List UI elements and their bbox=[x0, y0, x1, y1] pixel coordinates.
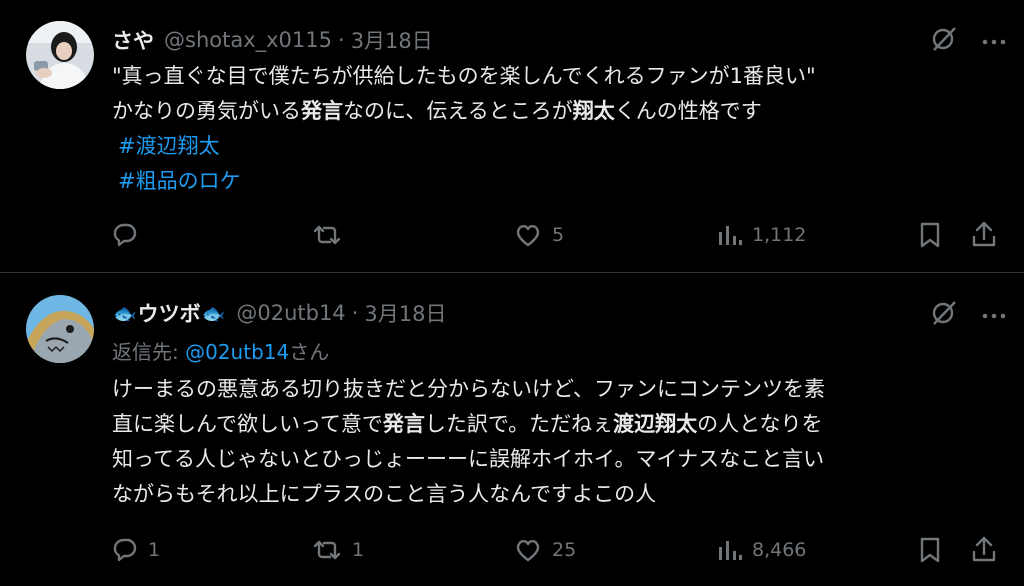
views-button[interactable]: 1,112 bbox=[714, 219, 806, 251]
avatar[interactable] bbox=[26, 295, 94, 363]
text-line: 知ってる人じゃないとひっじょーーーに誤解ホイホイ。マイナスなこと言い bbox=[112, 447, 825, 471]
like-count: 5 bbox=[552, 224, 565, 246]
action-bar: 5 1,112 bbox=[108, 219, 1004, 251]
text-line: かなりの勇気がいる発言なのに、伝えるところが翔太くんの性格です bbox=[112, 99, 762, 123]
header-icons bbox=[930, 24, 1006, 56]
bookmark-button[interactable] bbox=[914, 219, 946, 251]
reply-icon bbox=[113, 223, 137, 247]
share-button[interactable] bbox=[968, 219, 1000, 251]
text-line: "真っ直ぐな目で僕たちが供給したものを楽しんでくれるファンが1番良い" bbox=[112, 64, 816, 88]
action-bar: 1 1 25 8,466 bbox=[108, 534, 1004, 566]
author-name[interactable]: ウツボ bbox=[138, 298, 201, 328]
views-icon bbox=[719, 541, 742, 560]
header-icons bbox=[930, 298, 1006, 330]
tweet-date[interactable]: 3月18日 bbox=[351, 25, 433, 55]
more-icon[interactable] bbox=[982, 305, 1006, 324]
text-line: ながらもそれ以上にプラスのこと言う人なんですよこの人 bbox=[112, 482, 657, 506]
reply-mention-link[interactable]: @02utb14 bbox=[185, 340, 289, 364]
fish-emoji: 🐟 bbox=[201, 302, 226, 325]
tweet-header: さや @shotax_x0115 · 3月18日 bbox=[112, 25, 433, 55]
author-handle[interactable]: @shotax_x0115 bbox=[164, 28, 332, 52]
share-button[interactable] bbox=[968, 534, 1000, 566]
like-icon bbox=[516, 540, 540, 562]
retweet-icon bbox=[313, 540, 341, 560]
views-count: 1,112 bbox=[752, 224, 807, 246]
retweet-button[interactable]: 1 bbox=[310, 534, 364, 566]
text-line: けーまるの悪意ある切り抜きだと分からないけど、ファンにコンテンツを素 bbox=[112, 377, 825, 401]
retweet-button[interactable] bbox=[310, 219, 352, 251]
fish-emoji: 🐟 bbox=[113, 302, 137, 325]
tweet-text: けーまるの悪意ある切り抜きだと分からないけど、ファンにコンテンツを素 直に楽しん… bbox=[112, 372, 994, 512]
tweet-text: "真っ直ぐな目で僕たちが供給したものを楽しんでくれるファンが1番良い" かなりの… bbox=[112, 59, 994, 199]
share-icon bbox=[972, 221, 996, 247]
grok-icon[interactable] bbox=[930, 24, 958, 56]
more-icon[interactable] bbox=[982, 31, 1006, 50]
grok-icon[interactable] bbox=[930, 298, 958, 330]
views-button[interactable]: 8,466 bbox=[714, 534, 806, 566]
reply-suffix: さん bbox=[289, 340, 330, 364]
text-line: 直に楽しんで欲しいって意で発言した訳で。ただねぇ渡辺翔太の人となりを bbox=[112, 412, 823, 436]
retweet-icon bbox=[313, 225, 341, 245]
share-icon bbox=[972, 536, 996, 562]
reply-icon bbox=[113, 538, 137, 562]
bookmark-icon bbox=[920, 222, 940, 248]
retweet-count: 1 bbox=[352, 539, 365, 561]
tweet[interactable]: 🐟 ウツボ 🐟 @02utb14 · 3月18日 返信先: @02utb14さん… bbox=[0, 273, 1024, 586]
reply-to-line: 返信先: @02utb14さん bbox=[112, 337, 329, 367]
like-button[interactable]: 25 bbox=[512, 534, 576, 566]
separator: · bbox=[351, 301, 359, 325]
reply-button[interactable] bbox=[108, 219, 148, 251]
hashtag-link[interactable]: #粗品のロケ bbox=[112, 164, 994, 199]
tweet-header: 🐟 ウツボ 🐟 @02utb14 · 3月18日 bbox=[112, 298, 446, 328]
tweet-date[interactable]: 3月18日 bbox=[364, 298, 446, 328]
hashtag-link[interactable]: #渡辺翔太 bbox=[112, 129, 994, 164]
views-icon bbox=[719, 226, 742, 245]
like-button[interactable]: 5 bbox=[512, 219, 564, 251]
views-count: 8,466 bbox=[752, 539, 807, 561]
tweet[interactable]: さや @shotax_x0115 · 3月18日 "真っ直ぐな目で僕たちが供給し… bbox=[0, 0, 1024, 273]
reply-prefix: 返信先: bbox=[112, 340, 186, 364]
bookmark-button[interactable] bbox=[914, 534, 946, 566]
avatar[interactable] bbox=[26, 21, 94, 89]
author-name[interactable]: さや bbox=[112, 25, 154, 55]
like-icon bbox=[516, 225, 540, 247]
reply-count: 1 bbox=[148, 539, 161, 561]
separator: · bbox=[338, 28, 345, 52]
author-handle[interactable]: @02utb14 bbox=[236, 301, 345, 325]
reply-button[interactable]: 1 bbox=[108, 534, 160, 566]
like-count: 25 bbox=[552, 539, 577, 561]
bookmark-icon bbox=[920, 537, 940, 563]
